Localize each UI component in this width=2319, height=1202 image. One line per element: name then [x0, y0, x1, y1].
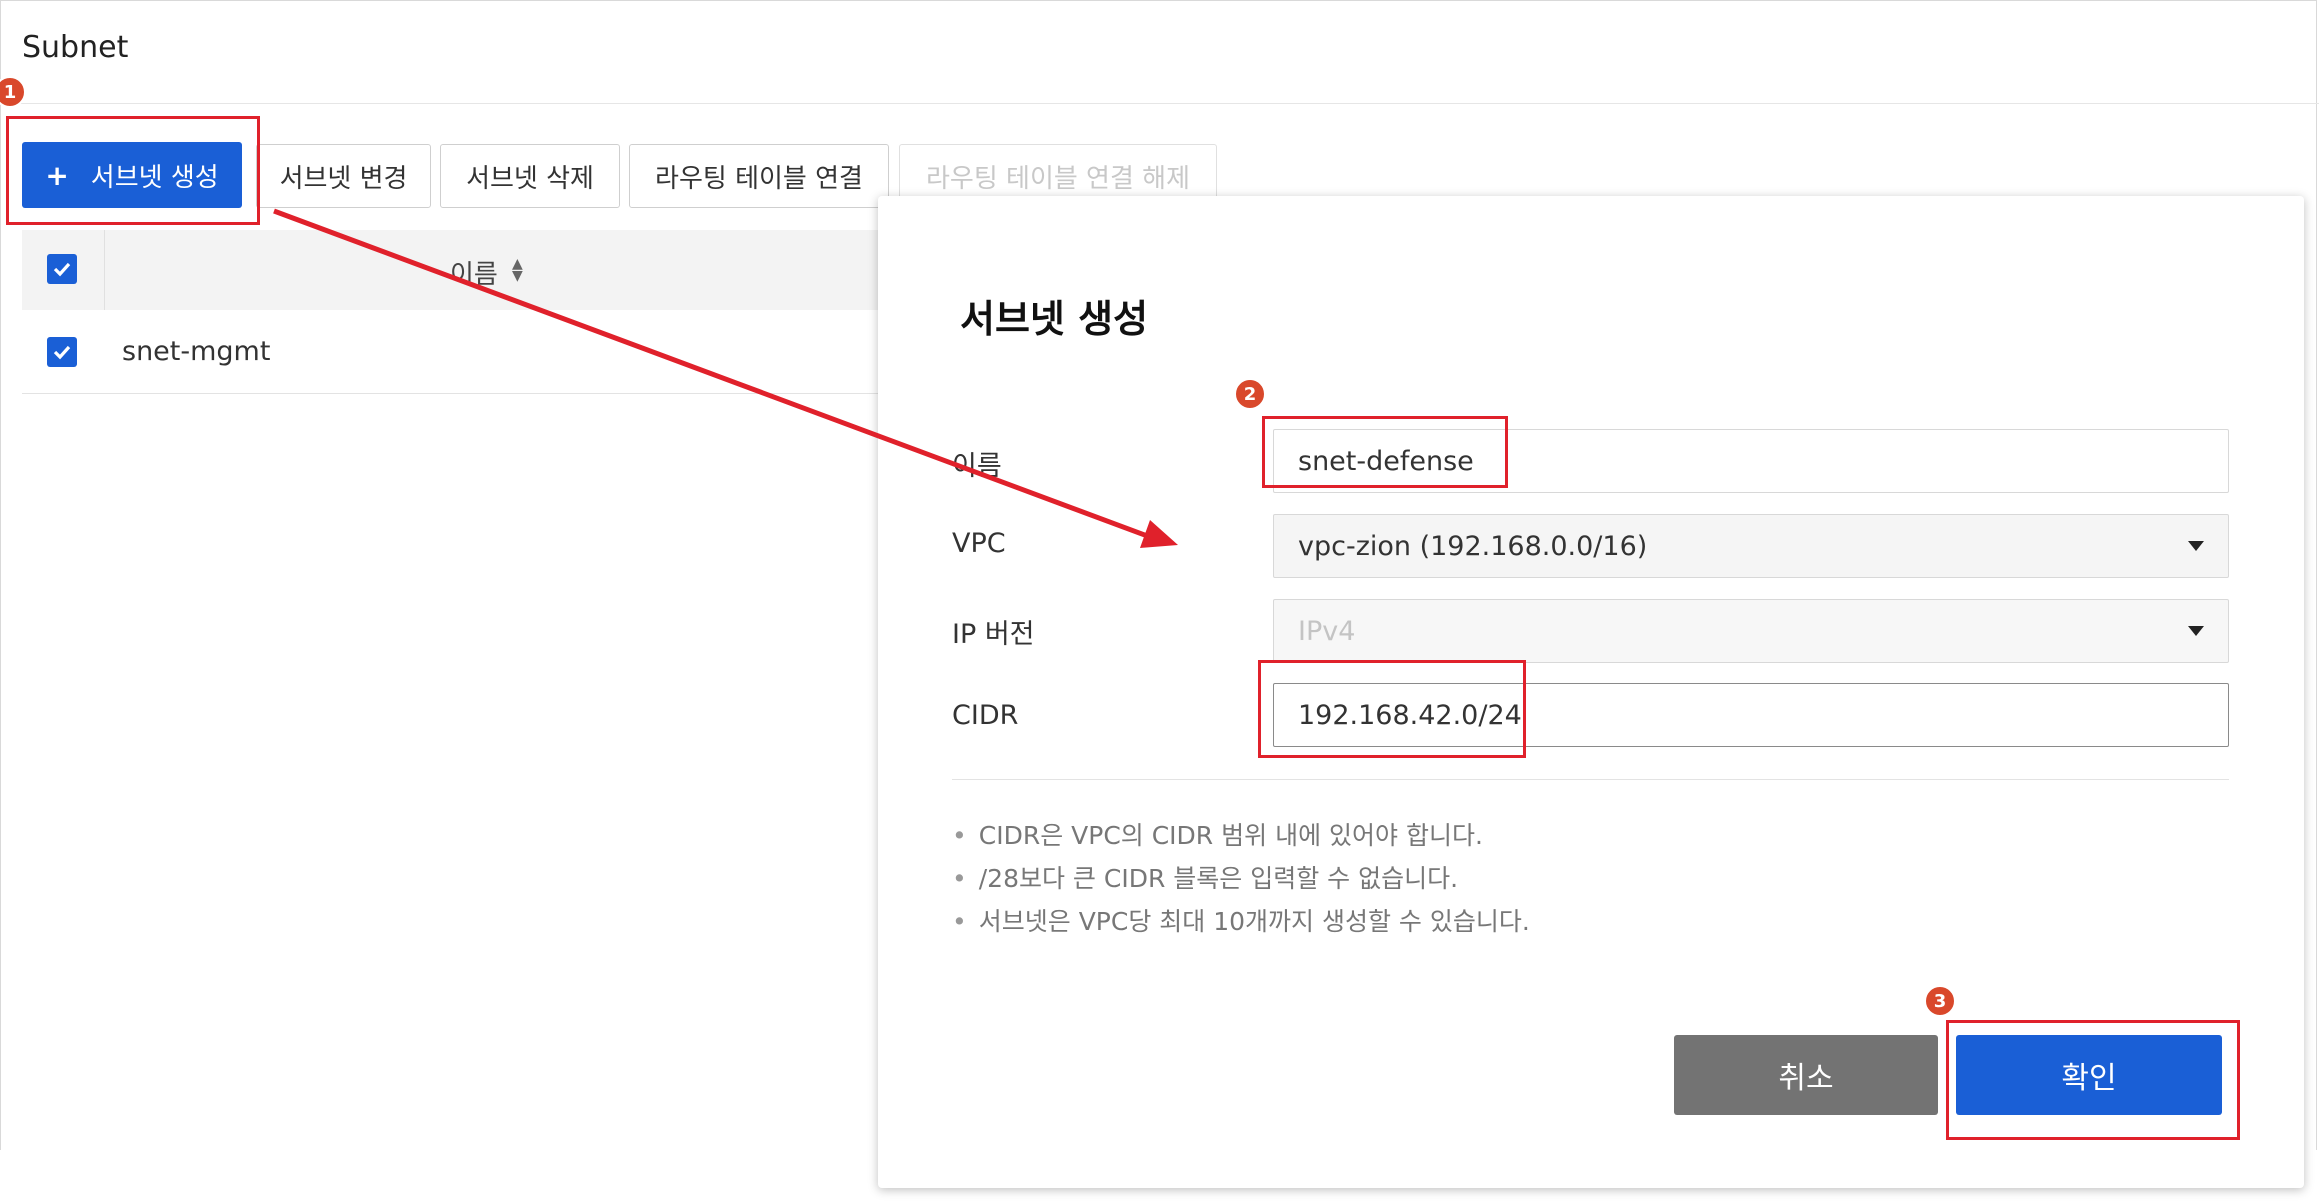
annotation-arrow [273, 208, 1178, 548]
